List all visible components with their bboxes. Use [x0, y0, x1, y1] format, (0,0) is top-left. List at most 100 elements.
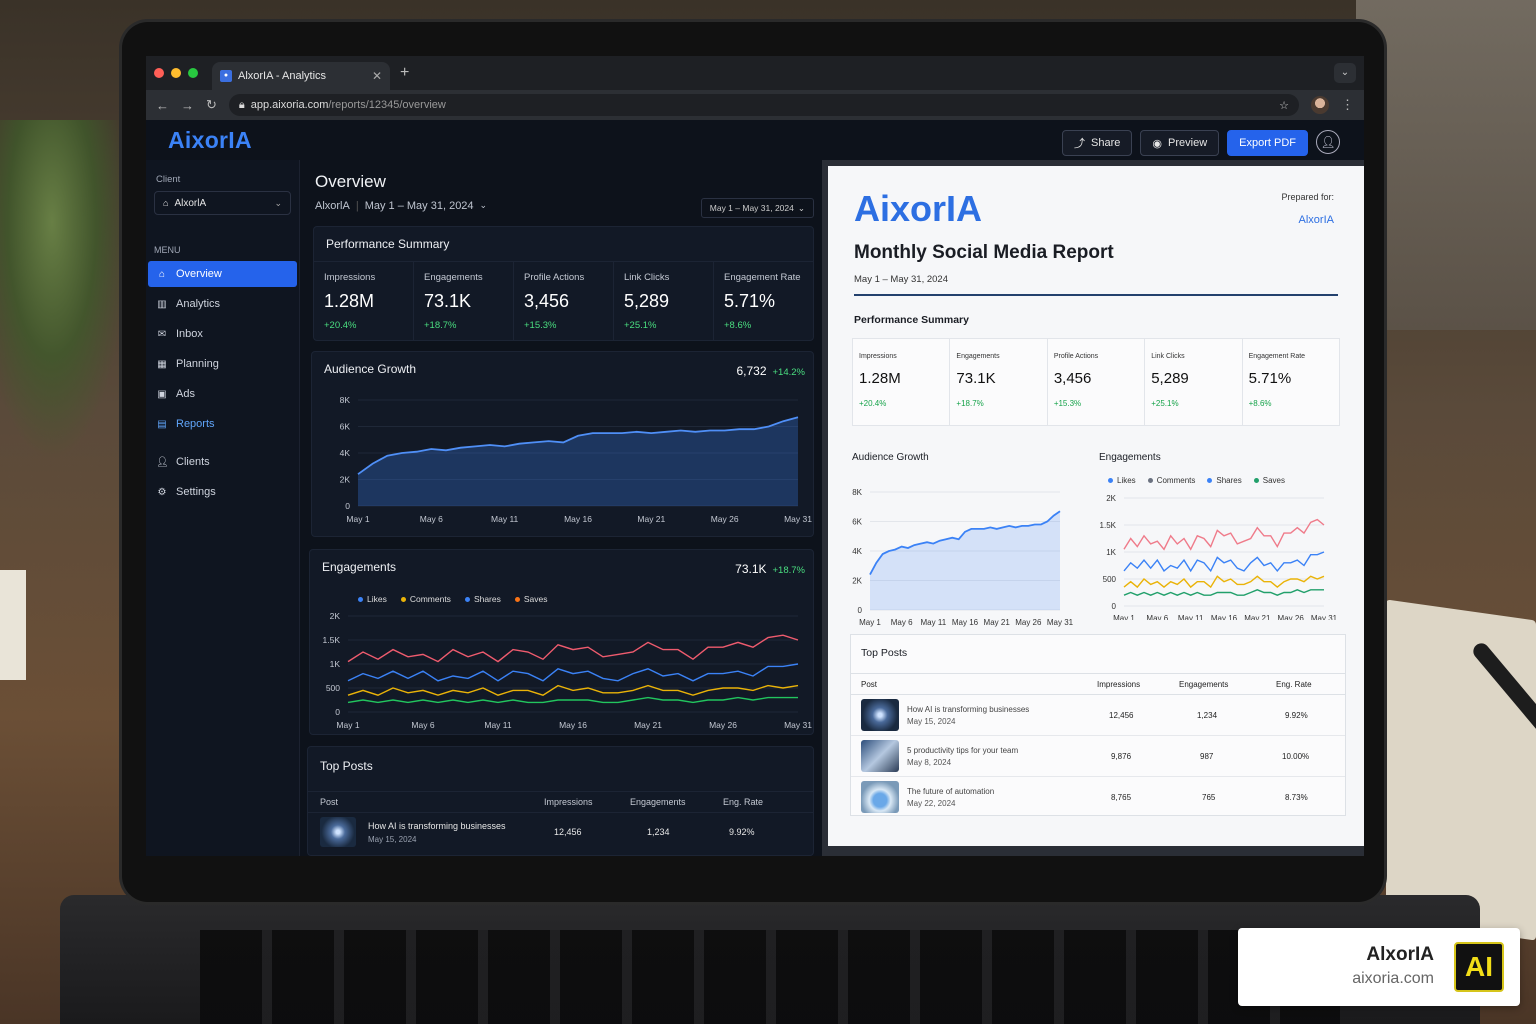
close-window-button[interactable] [154, 68, 164, 78]
sidebar-item-settings[interactable]: ⚙ Settings [148, 479, 297, 505]
engagements-card: Engagements 73.1K +18.7% Likes Comments S… [309, 549, 814, 735]
post-impressions: 12,456 [554, 827, 582, 837]
table-row[interactable]: How AI is transforming businesses May 15… [308, 815, 813, 855]
column-header-post[interactable]: Post [320, 797, 338, 807]
series-line-likes [347, 634, 799, 663]
eye-icon: ◉ [1152, 137, 1163, 150]
url-field[interactable]: 🔒︎ app.aixoria.com/reports/12345/overvie… [228, 94, 1299, 116]
series-line-shares [347, 684, 799, 696]
sidebar-item-ads[interactable]: ▣ Ads [148, 381, 297, 407]
sidebar-item-label: Planning [176, 358, 219, 370]
report-preview-panel: AixorIA Prepared for: AlxorIA Monthly So… [822, 160, 1364, 856]
x-tick-label: May 1 [859, 618, 881, 627]
maximize-window-button[interactable] [188, 68, 198, 78]
reload-icon[interactable]: ↻ [206, 97, 217, 113]
prepared-for-label: Prepared for: [1281, 192, 1334, 202]
browser-tab[interactable]: ● AlxorIA - Analytics ✕ [212, 62, 390, 90]
sidebar-item-analytics[interactable]: ▥ Analytics [148, 291, 297, 317]
report-table-row: How AI is transforming businesses May 15… [851, 695, 1345, 736]
close-tab-icon[interactable]: ✕ [372, 69, 382, 83]
report-date: May 1 – May 31, 2024 [854, 274, 948, 285]
y-tick-label: 0 [335, 707, 340, 717]
report-table-row: The future of automation May 22, 2024 8,… [851, 777, 1345, 818]
subtitle-range[interactable]: May 1 – May 31, 2024 [365, 200, 474, 212]
minimize-window-button[interactable] [171, 68, 181, 78]
laptop-screen: ● AlxorIA - Analytics ✕ + ⌄ ← → ↻ 🔒︎ app… [146, 56, 1364, 856]
legend-label: Saves [1262, 476, 1285, 485]
top-posts-card: Top Posts Post Impressions Engagements E… [307, 746, 814, 856]
column-header-engagements[interactable]: Engagements [630, 797, 686, 807]
legend-shares[interactable]: Shares [464, 594, 501, 604]
kpi-change: +25.1% [1151, 399, 1179, 408]
kpi-change: +18.7% [424, 320, 457, 331]
report-audience-title: Audience Growth [852, 452, 929, 463]
new-tab-button[interactable]: + [400, 64, 409, 82]
forward-arrow-icon[interactable]: → [181, 98, 194, 113]
client-select[interactable]: ⌂ AlxorlA ⌄ [154, 191, 291, 215]
y-tick-label: 2K [340, 475, 351, 485]
column-header-impressions[interactable]: Impressions [544, 797, 593, 807]
sidebar-item-reports[interactable]: ▤ Reports [148, 411, 297, 437]
kpi-link-clicks: Link Clicks 5,289 +25.1% [614, 262, 714, 341]
background-plant [0, 120, 130, 460]
kpi-label: Profile Actions [524, 272, 585, 283]
kpi-profile-actions: Profile Actions 3,456 +15.3% [514, 262, 614, 341]
brand-logo[interactable]: AixorIA [168, 127, 252, 154]
background-book [0, 570, 26, 680]
y-tick-label: 8K [340, 395, 351, 405]
preview-button[interactable]: ◉ Preview [1140, 130, 1220, 156]
y-tick-label: 4K [340, 448, 351, 458]
metric-change: +18.7% [772, 565, 806, 576]
kpi-change: +20.4% [859, 399, 887, 408]
browser-tabbar: ● AlxorIA - Analytics ✕ + ⌄ [146, 56, 1364, 90]
main-content: Overview AlxorlA | May 1 – May 31, 2024 … [306, 160, 816, 856]
legend-label: Saves [523, 594, 548, 604]
y-tick-label: 0 [858, 606, 863, 615]
share-button[interactable]: ⤴ Share [1062, 130, 1133, 156]
column-header-impressions: Impressions [1097, 680, 1141, 689]
user-account-icon[interactable]: 👤︎ [1316, 130, 1340, 154]
export-pdf-button[interactable]: Export PDF [1227, 130, 1308, 156]
inbox-icon: ✉ [157, 328, 167, 340]
post-thumbnail [861, 699, 899, 731]
back-arrow-icon[interactable]: ← [156, 98, 169, 113]
post-engagements: 765 [1202, 793, 1216, 802]
sidebar-item-overview[interactable]: ⌂ Overview [148, 261, 297, 287]
post-rate: 10.00% [1282, 752, 1310, 761]
legend-label: Likes [1117, 476, 1136, 485]
sidebar-item-inbox[interactable]: ✉ Inbox [148, 321, 297, 347]
x-tick-label: May 26 [1015, 618, 1042, 627]
y-tick-label: 2K [852, 577, 862, 586]
column-header-post: Post [861, 680, 878, 689]
date-range-picker[interactable]: May 1 – May 31, 2024 ⌄ [700, 198, 814, 218]
report-icon: ▤ [157, 418, 167, 430]
sidebar-item-label: Inbox [176, 328, 203, 340]
column-header-eng-rate[interactable]: Eng. Rate [723, 797, 763, 807]
post-impressions: 8,765 [1111, 793, 1132, 802]
x-tick-label: May 16 [952, 618, 979, 627]
metric-value: 73.1K [735, 562, 767, 576]
x-tick-label: May 31 [1047, 618, 1074, 627]
legend-comments: Comments [1147, 476, 1195, 485]
home-icon: ⌂ [158, 268, 166, 280]
report-kpi-engagements: Engagements 73.1K +18.7% [950, 339, 1048, 425]
sidebar-item-clients[interactable]: 👤︎ Clients [148, 449, 297, 475]
bookmark-star-icon[interactable]: ☆ [1279, 99, 1289, 112]
profile-avatar[interactable] [1311, 96, 1329, 114]
legend-saves[interactable]: Saves [514, 594, 548, 604]
more-menu-icon[interactable]: ⋮ [1341, 97, 1354, 113]
metric-change: +14.2% [772, 367, 806, 378]
x-tick-label: May 31 [1311, 614, 1338, 620]
sidebar-item-planning[interactable]: ▦ Planning [148, 351, 297, 377]
legend-likes[interactable]: Likes [358, 594, 387, 604]
kpi-value: 1.28M [859, 370, 901, 387]
chevron-down-icon: ⌄ [479, 200, 488, 210]
kpi-label: Link Clicks [1151, 353, 1185, 360]
legend-comments[interactable]: Comments [400, 594, 451, 604]
x-tick-label: May 1 [1113, 614, 1135, 620]
y-tick-label: 1K [330, 659, 341, 669]
report-top-posts: Top Posts Post Impressions Engagements E… [850, 634, 1346, 816]
report-perf-title: Performance Summary [854, 314, 969, 326]
post-thumbnail [320, 817, 356, 847]
tab-search-button[interactable]: ⌄ [1334, 63, 1356, 83]
